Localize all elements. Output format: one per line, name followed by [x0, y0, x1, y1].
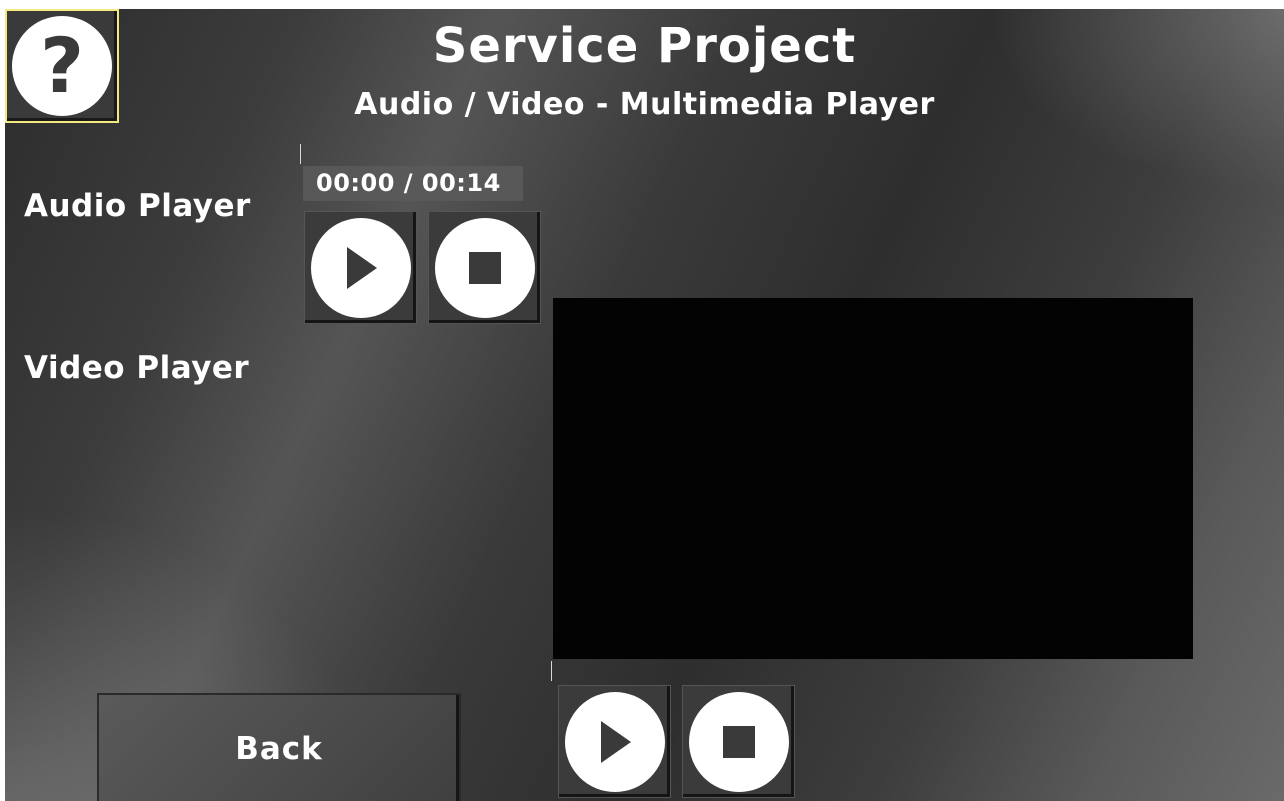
play-icon: [600, 720, 631, 763]
video-stop-circle: [688, 691, 789, 792]
page-subtitle: Audio / Video - Multimedia Player: [354, 87, 935, 122]
back-button[interactable]: Back: [97, 693, 461, 801]
audio-stop-circle: [434, 217, 535, 318]
stop-icon: [468, 251, 501, 284]
audio-play-circle: [310, 217, 411, 318]
video-display[interactable]: [553, 298, 1193, 659]
audio-position-marker: [300, 144, 301, 164]
audio-stop-button[interactable]: [428, 211, 541, 324]
video-player-label: Video Player: [24, 350, 250, 386]
video-position-marker: [551, 661, 552, 681]
audio-play-button[interactable]: [304, 211, 417, 324]
play-icon: [346, 246, 377, 289]
audio-time-display: 00:00 / 00:14: [303, 166, 523, 201]
stop-icon: [722, 725, 755, 758]
audio-player-label: Audio Player: [24, 188, 251, 224]
main-screen: ? Service Project Audio / Video - Multim…: [5, 9, 1284, 801]
video-play-circle: [564, 691, 665, 792]
page-title: Service Project: [432, 18, 857, 74]
video-play-button[interactable]: [558, 685, 671, 798]
video-stop-button[interactable]: [682, 685, 795, 798]
